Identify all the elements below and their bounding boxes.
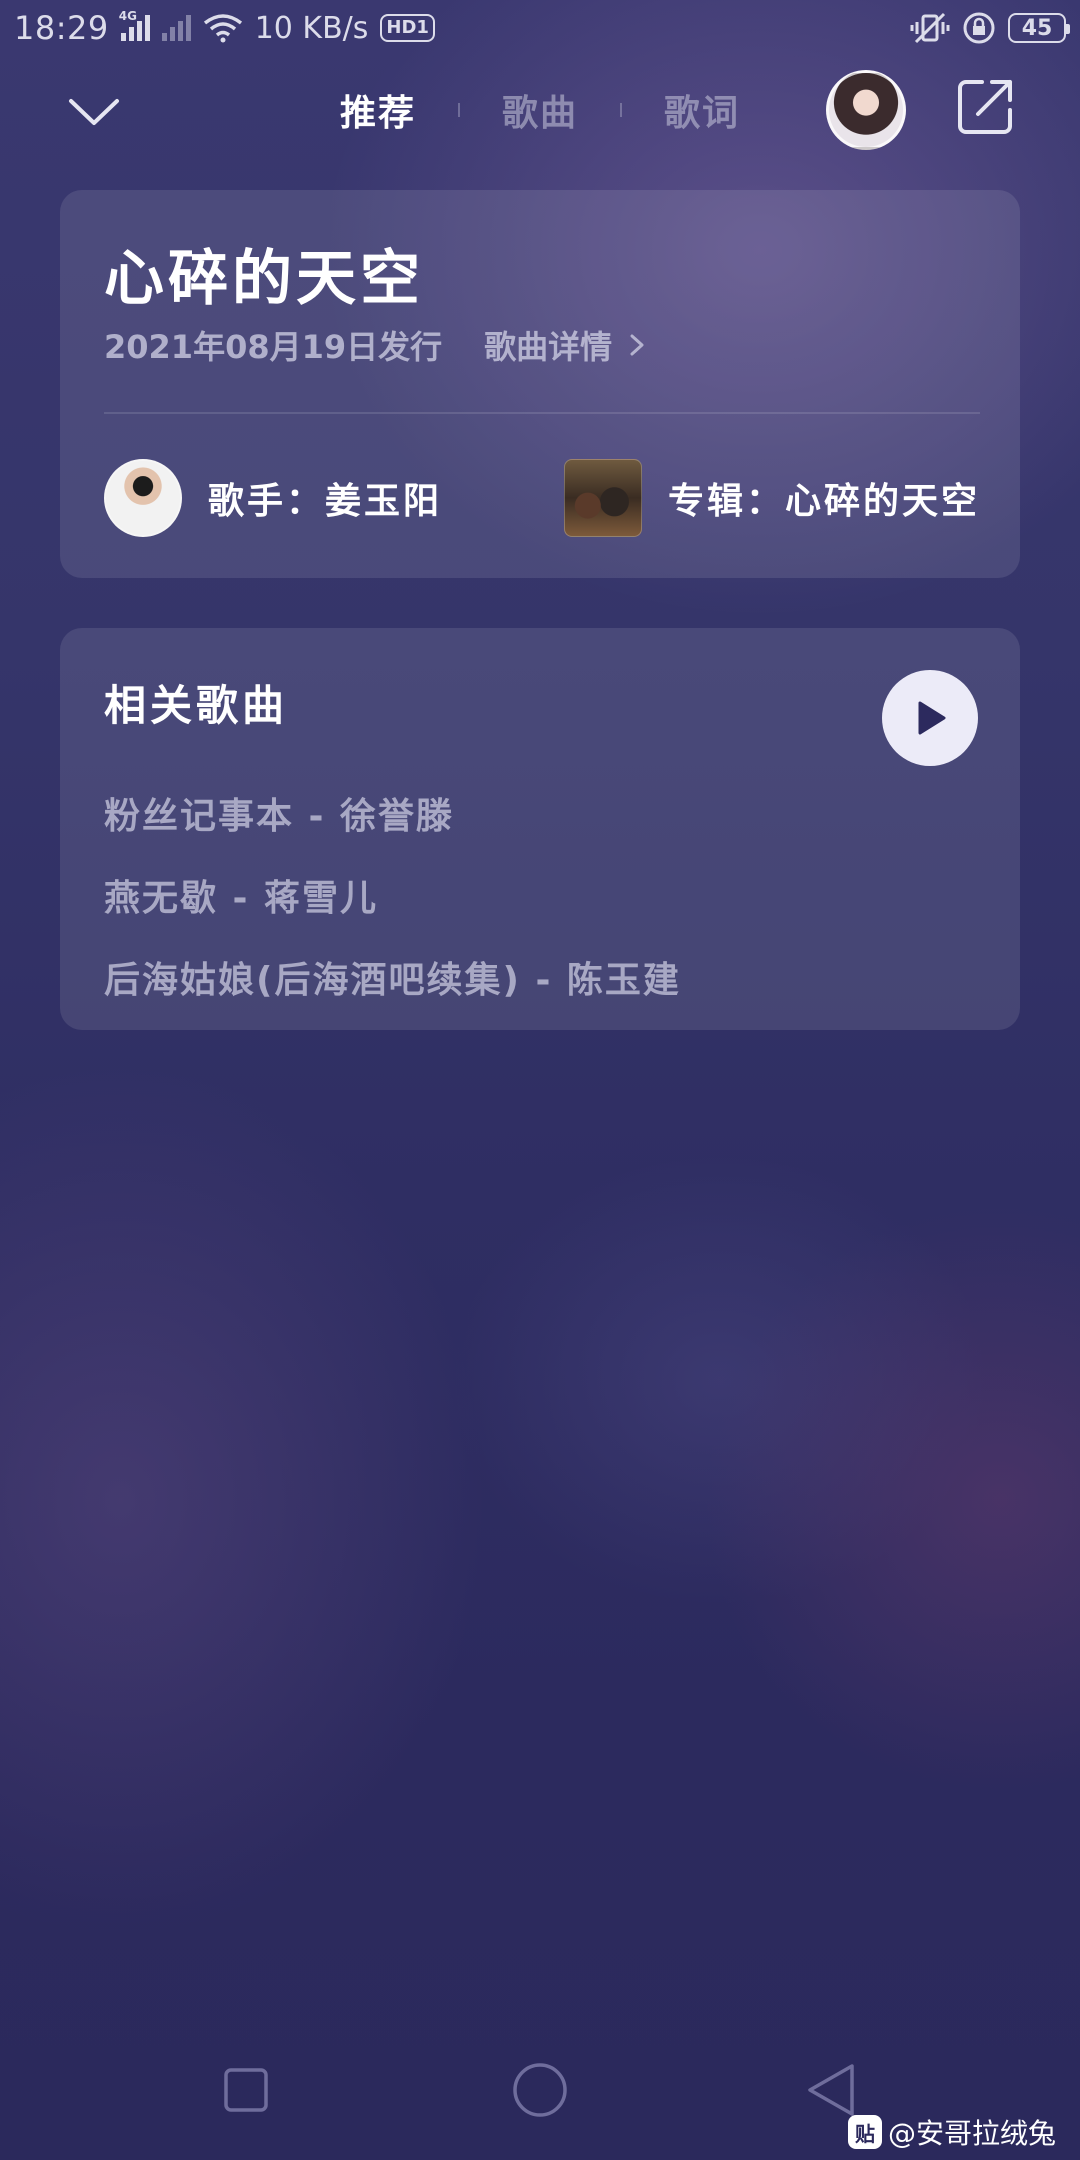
play-icon (918, 701, 946, 735)
watermark-text: @安哥拉绒兔 (888, 2117, 1057, 2150)
net-speed: 10 KB/s (254, 10, 369, 46)
song-meta-row: 2021年08月19日发行 歌曲详情 (104, 322, 648, 368)
share-button[interactable] (956, 78, 1014, 136)
artist-label: 歌手：姜玉阳 (208, 481, 443, 522)
battery-icon: 45 (1008, 13, 1070, 43)
lock-rotation-icon (963, 12, 995, 44)
home-button[interactable] (510, 2060, 570, 2120)
hd-badge: HD1 (380, 14, 435, 42)
card-divider (104, 412, 980, 414)
song-detail-label: 歌曲详情 (484, 328, 613, 366)
avatar[interactable] (826, 70, 906, 150)
collapse-button[interactable] (64, 88, 124, 136)
related-songs-card: 相关歌曲 粉丝记事本 - 徐誉滕 燕无歇 - 蒋雪儿 后海姑娘(后海酒吧续集) … (60, 628, 1020, 1030)
recent-apps-button[interactable] (216, 2060, 276, 2120)
top-nav: 推荐 歌曲 歌词 (0, 60, 1080, 160)
list-item[interactable]: 燕无歇 - 蒋雪儿 (104, 858, 681, 940)
share-icon (958, 80, 1012, 134)
status-bar-left: 18:29 4G 10 KB/s HD1 (14, 9, 435, 47)
chevron-right-icon (630, 334, 644, 356)
play-all-button[interactable] (882, 670, 978, 766)
back-button[interactable] (802, 2060, 862, 2120)
album-label: 专辑：心碎的天空 (667, 481, 980, 522)
album-link[interactable]: 专辑：心碎的天空 (563, 459, 980, 537)
list-item[interactable]: 后海姑娘(后海酒吧续集) - 陈玉建 (104, 940, 681, 1022)
vibrate-icon (910, 12, 950, 44)
tab-divider (619, 103, 622, 117)
album-cover (563, 459, 642, 537)
artist-album-row: 歌手：姜玉阳 专辑：心碎的天空 (104, 458, 980, 538)
tab-bar: 推荐 歌曲 歌词 (340, 82, 740, 138)
network-type-label: 4G (118, 9, 137, 23)
release-date: 2021年08月19日发行 (104, 328, 443, 366)
tab-divider (458, 103, 460, 117)
song-info-card: 心碎的天空 2021年08月19日发行 歌曲详情 歌手：姜玉阳 专辑：心碎的天空 (60, 190, 1020, 578)
tab-songs[interactable]: 歌曲 (502, 84, 578, 136)
signal-icon: 4G (119, 9, 150, 41)
wifi-icon (203, 14, 242, 43)
song-title: 心碎的天空 (104, 244, 424, 314)
artist-link[interactable]: 歌手：姜玉阳 (104, 459, 442, 537)
status-time: 18:29 (14, 9, 109, 47)
status-bar: 18:29 4G 10 KB/s HD1 45 (0, 0, 1080, 56)
related-songs-list: 粉丝记事本 - 徐誉滕 燕无歇 - 蒋雪儿 后海姑娘(后海酒吧续集) - 陈玉建 (104, 776, 681, 1022)
related-songs-title: 相关歌曲 (104, 681, 289, 730)
chevron-down-icon (69, 99, 119, 125)
status-bar-right: 45 (910, 11, 1070, 45)
list-item[interactable]: 粉丝记事本 - 徐誉滕 (104, 776, 681, 858)
tab-lyrics[interactable]: 歌词 (664, 84, 740, 136)
artist-avatar (104, 459, 182, 537)
song-detail-link[interactable]: 歌曲详情 (484, 322, 648, 368)
signal-off-icon (161, 15, 191, 41)
tab-recommend[interactable]: 推荐 (340, 84, 416, 136)
tieba-logo-icon: 贴 (848, 2115, 882, 2149)
watermark: 贴 @安哥拉绒兔 (848, 2112, 1056, 2152)
